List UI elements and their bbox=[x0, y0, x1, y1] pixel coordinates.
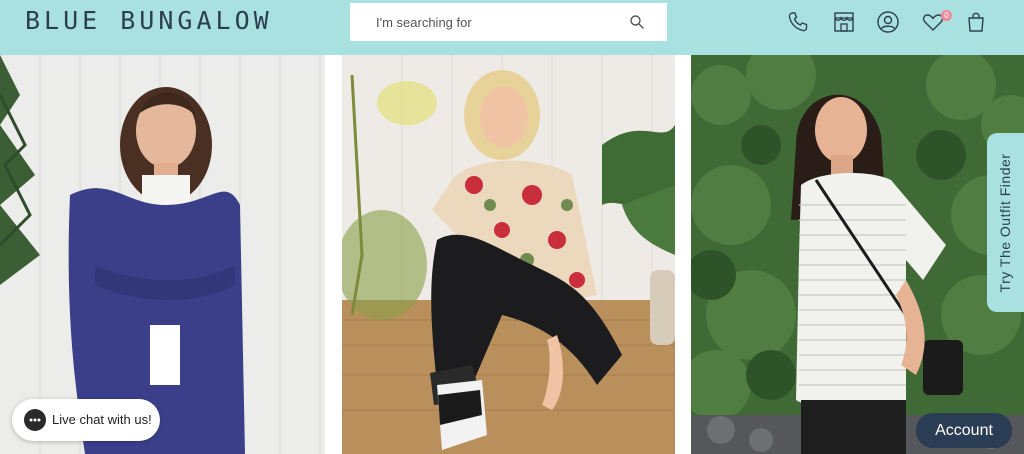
hero-image-floral-blouse[interactable] bbox=[342, 55, 675, 454]
hero-photo-2 bbox=[342, 55, 675, 454]
hero-photo-1 bbox=[0, 55, 325, 454]
store-icon[interactable] bbox=[832, 10, 856, 34]
phone-icon[interactable] bbox=[786, 10, 810, 34]
account-button[interactable]: Account bbox=[916, 413, 1012, 448]
hero-image-navy-wrap[interactable] bbox=[0, 55, 325, 454]
outfit-finder-tab[interactable]: Try The Outfit Finder bbox=[987, 133, 1024, 312]
bag-icon[interactable] bbox=[964, 10, 988, 34]
chat-bubble-icon bbox=[24, 409, 46, 431]
wishlist-count-badge: 0 bbox=[941, 10, 952, 21]
outfit-finder-label: Try The Outfit Finder bbox=[997, 153, 1013, 293]
site-header: BLUE BUNGALOW 0 bbox=[0, 0, 1024, 55]
brand-logo[interactable]: BLUE BUNGALOW bbox=[25, 6, 273, 35]
search-icon[interactable] bbox=[629, 14, 645, 30]
hero-image-striped-tee[interactable] bbox=[691, 55, 1024, 454]
search-input[interactable] bbox=[350, 3, 667, 41]
live-chat-button[interactable]: Live chat with us! bbox=[12, 399, 160, 441]
user-icon[interactable] bbox=[876, 10, 900, 34]
live-chat-label: Live chat with us! bbox=[52, 412, 152, 427]
search-bar bbox=[350, 3, 667, 41]
hero-photo-3 bbox=[691, 55, 1024, 454]
